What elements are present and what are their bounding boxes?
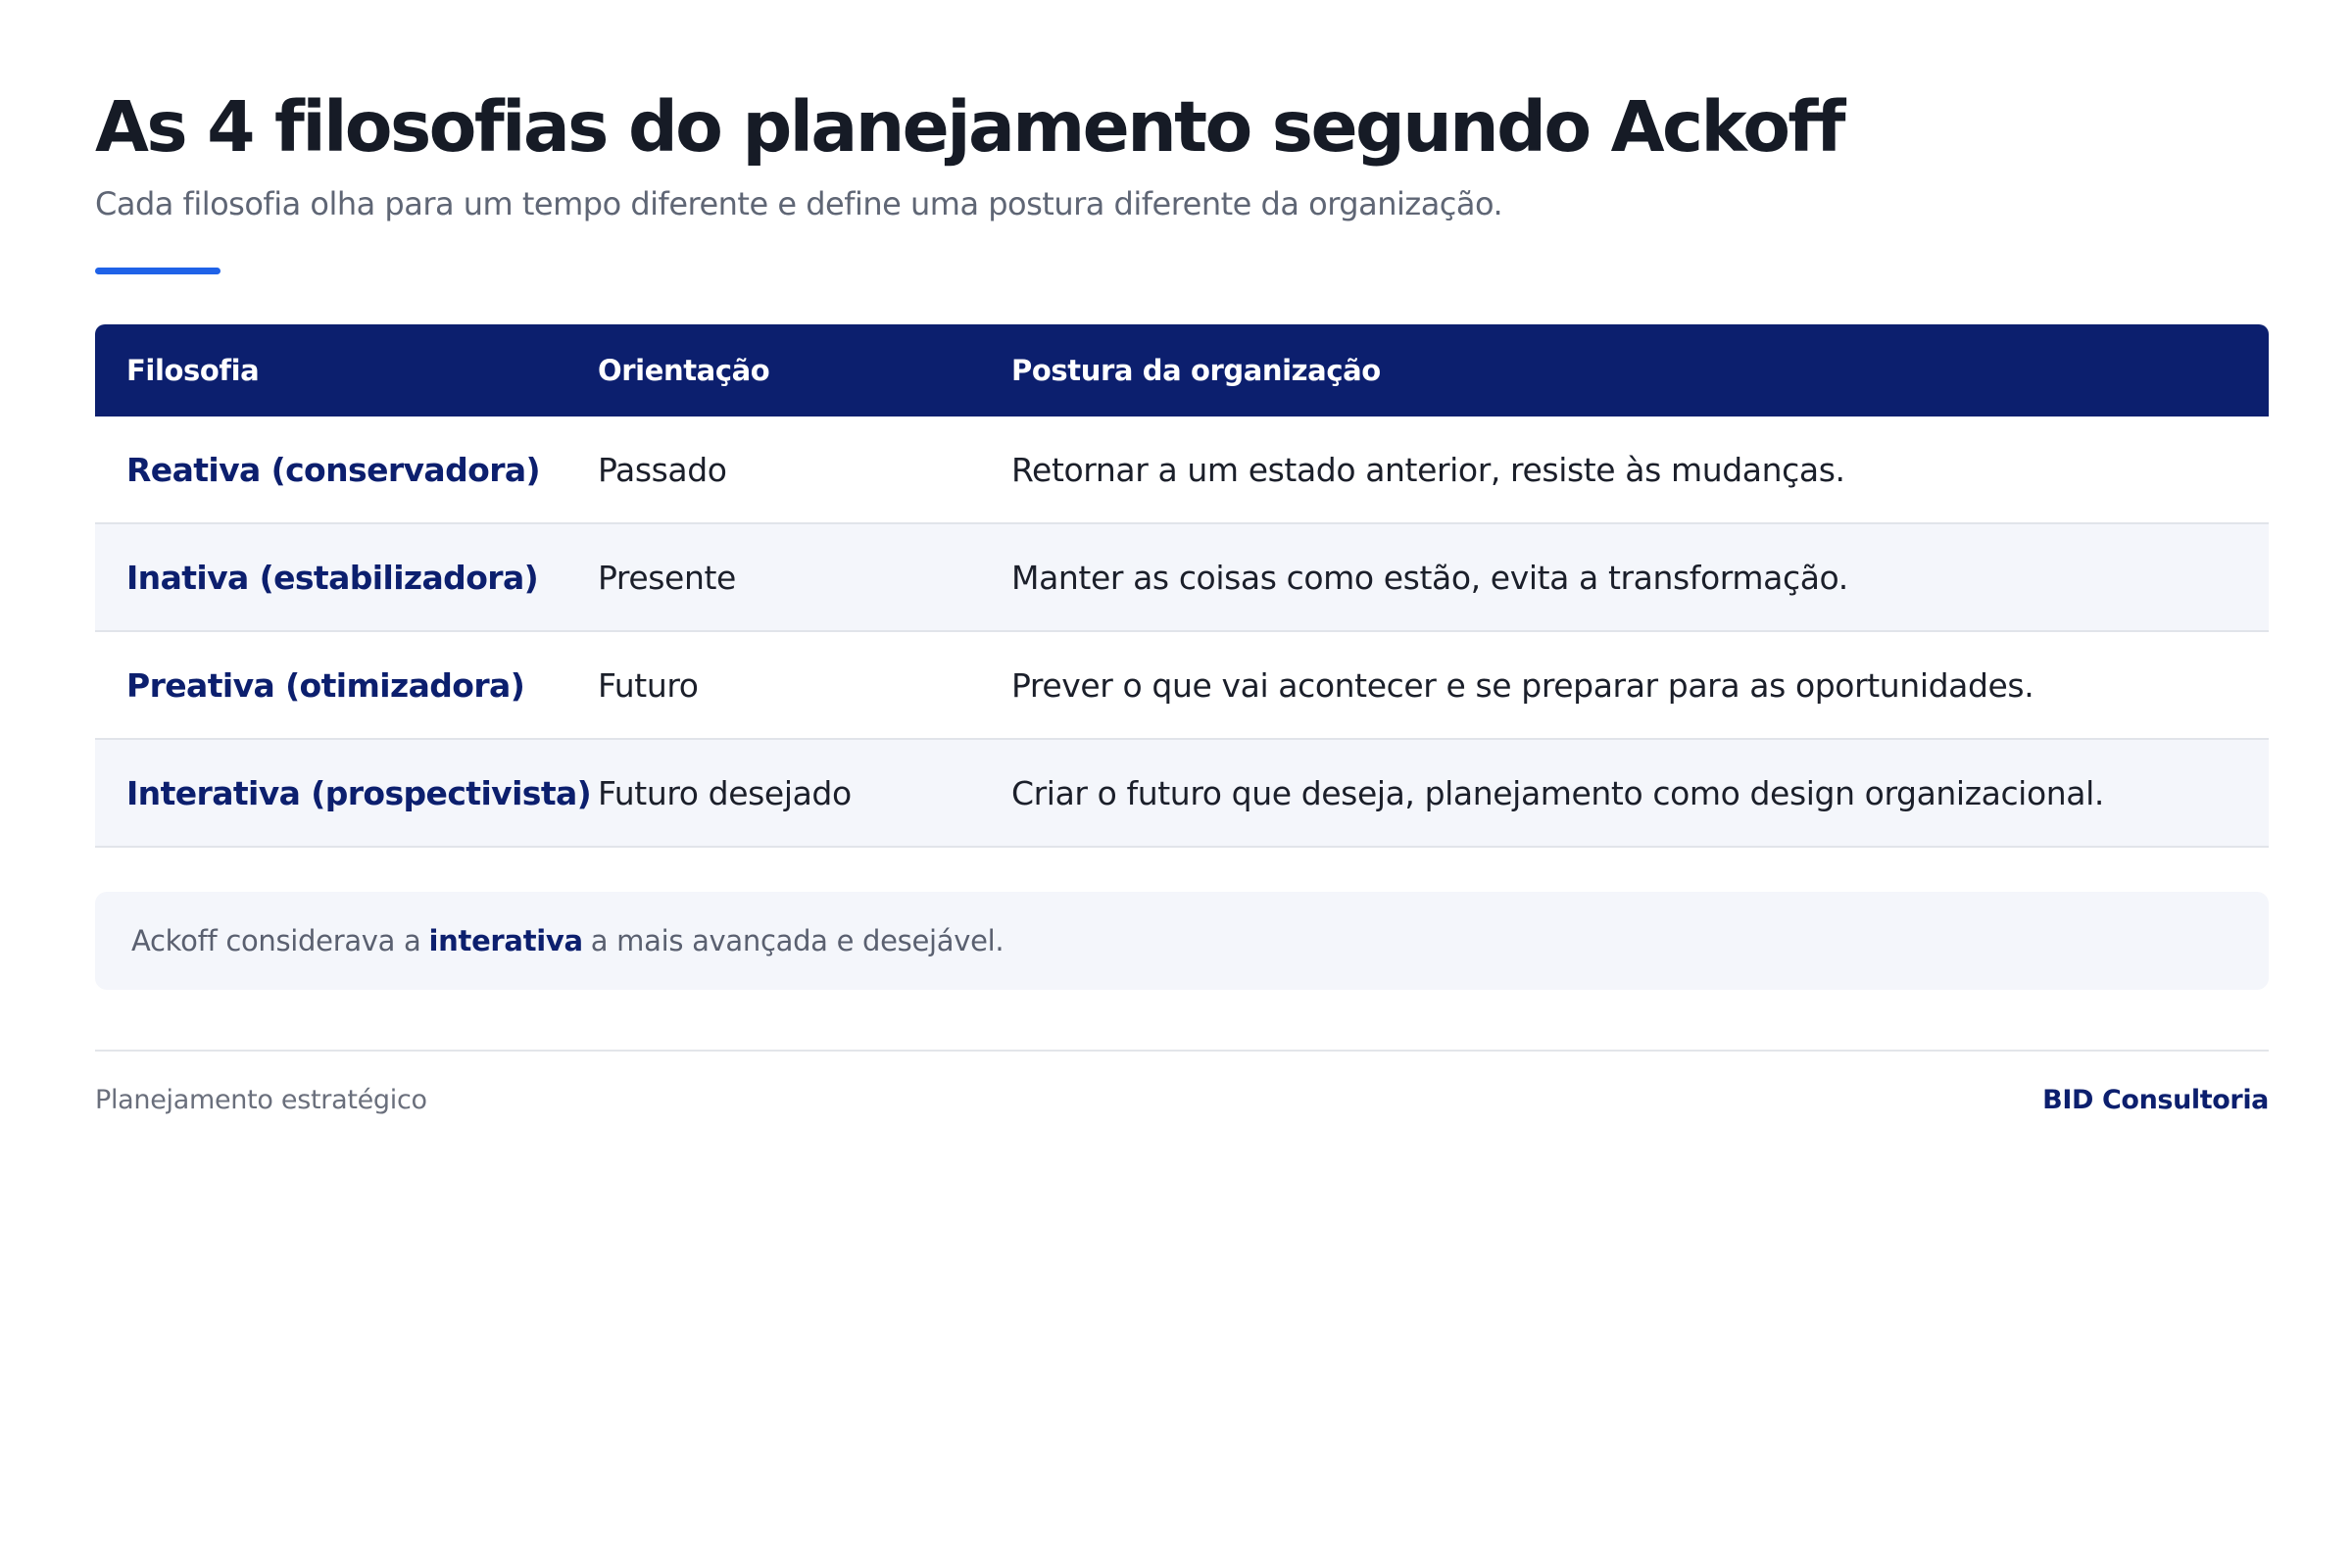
- cell-filosofia: Inativa (estabilizadora): [95, 524, 566, 632]
- cell-orientacao: Futuro desejado: [566, 740, 980, 848]
- footer-divider: [95, 1050, 2269, 1052]
- table-row: Preativa (otimizadora) Futuro Prever o q…: [95, 632, 2269, 740]
- note-box: Ackoff considerava a interativa a mais a…: [95, 892, 2269, 990]
- page-subtitle: Cada filosofia olha para um tempo difere…: [95, 185, 1503, 222]
- cell-postura: Prever o que vai acontecer e se preparar…: [980, 632, 2269, 740]
- cell-orientacao: Futuro: [566, 632, 980, 740]
- cell-postura: Manter as coisas como estão, evita a tra…: [980, 524, 2269, 632]
- footer-section-label: Planejamento estratégico: [95, 1085, 427, 1115]
- cell-orientacao: Passado: [566, 416, 980, 524]
- note-highlight: interativa: [428, 924, 584, 957]
- cell-filosofia: Preativa (otimizadora): [95, 632, 566, 740]
- footer-brand: BID Consultoria: [2042, 1085, 2269, 1115]
- table-row: Interativa (prospectivista) Futuro desej…: [95, 740, 2269, 848]
- cell-filosofia: Reativa (conservadora): [95, 416, 566, 524]
- column-header-orientacao: Orientação: [566, 324, 980, 416]
- cell-filosofia: Interativa (prospectivista): [95, 740, 592, 848]
- cell-postura: Criar o futuro que deseja, planejamento …: [980, 740, 2269, 848]
- cell-postura: Retornar a um estado anterior, resiste à…: [980, 416, 2269, 524]
- page-title: As 4 filosofias do planejamento segundo …: [95, 86, 1846, 168]
- cell-orientacao: Presente: [566, 524, 980, 632]
- note-suffix: a mais avançada e desejável.: [590, 924, 1004, 957]
- footer: Planejamento estratégico BID Consultoria: [95, 1085, 2269, 1115]
- column-header-postura: Postura da organização: [980, 324, 2269, 416]
- table-row: Reativa (conservadora) Passado Retornar …: [95, 416, 2269, 524]
- accent-bar: [95, 268, 220, 274]
- philosophies-table: Filosofia Orientação Postura da organiza…: [95, 324, 2269, 848]
- note-prefix: Ackoff considerava a: [131, 924, 421, 957]
- slide: As 4 filosofias do planejamento segundo …: [0, 0, 2352, 1568]
- table-row: Inativa (estabilizadora) Presente Manter…: [95, 524, 2269, 632]
- table-header-row: Filosofia Orientação Postura da organiza…: [95, 324, 2269, 416]
- column-header-filosofia: Filosofia: [95, 324, 566, 416]
